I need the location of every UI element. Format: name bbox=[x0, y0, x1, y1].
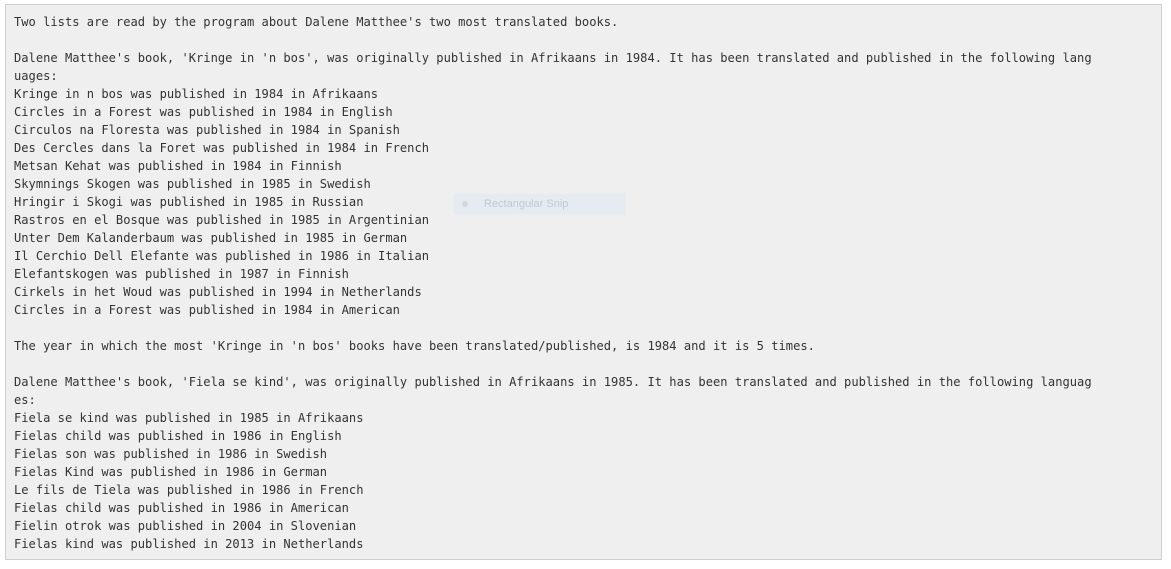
output-line: Il Cerchio Dell Elefante was published i… bbox=[14, 249, 430, 263]
program-output-text: Two lists are read by the program about … bbox=[14, 13, 1155, 553]
output-line: Fielas kind was published in 2013 in Net… bbox=[14, 537, 364, 551]
output-line: uages: bbox=[14, 69, 58, 83]
output-line: Fielas child was published in 1986 in En… bbox=[14, 429, 342, 443]
output-line: Metsan Kehat was published in 1984 in Fi… bbox=[14, 159, 342, 173]
output-line: Fielin otrok was published in 2004 in Sl… bbox=[14, 519, 357, 533]
output-line: Fiela se kind was published in 1985 in A… bbox=[14, 411, 364, 425]
snip-dot-icon bbox=[462, 201, 468, 207]
output-line: Circles in a Forest was published in 198… bbox=[14, 105, 393, 119]
output-line: Cirkels in het Woud was published in 199… bbox=[14, 285, 422, 299]
output-line: Two lists are read by the program about … bbox=[14, 15, 619, 29]
output-line: Elefantskogen was published in 1987 in F… bbox=[14, 267, 349, 281]
output-line: Circulos na Floresta was published in 19… bbox=[14, 123, 400, 137]
output-line: Circles in a Forest was published in 198… bbox=[14, 303, 400, 317]
output-line: Unter Dem Kalanderbaum was published in … bbox=[14, 231, 408, 245]
output-line: Fielas Kind was published in 1986 in Ger… bbox=[14, 465, 328, 479]
snip-tooltip-label: Rectangular Snip bbox=[484, 198, 569, 210]
output-line: Skymnings Skogen was published in 1985 i… bbox=[14, 177, 371, 191]
output-line: Dalene Matthee's book, 'Kringe in 'n bos… bbox=[14, 51, 1092, 65]
program-output-panel: Two lists are read by the program about … bbox=[5, 4, 1162, 560]
rectangular-snip-tooltip[interactable]: Rectangular Snip bbox=[453, 193, 626, 215]
output-line: Fielas son was published in 1986 in Swed… bbox=[14, 447, 328, 461]
output-line: Dalene Matthee's book, 'Fiela se kind', … bbox=[14, 375, 1092, 389]
output-line: Kringe in n bos was published in 1984 in… bbox=[14, 87, 379, 101]
output-line: Des Cercles dans la Foret was published … bbox=[14, 141, 430, 155]
output-line: The year in which the most 'Kringe in 'n… bbox=[14, 339, 815, 353]
output-line: Le fils de Tiela was published in 1986 i… bbox=[14, 483, 364, 497]
output-line: Fielas child was published in 1986 in Am… bbox=[14, 501, 349, 515]
output-line: es: bbox=[14, 393, 36, 407]
